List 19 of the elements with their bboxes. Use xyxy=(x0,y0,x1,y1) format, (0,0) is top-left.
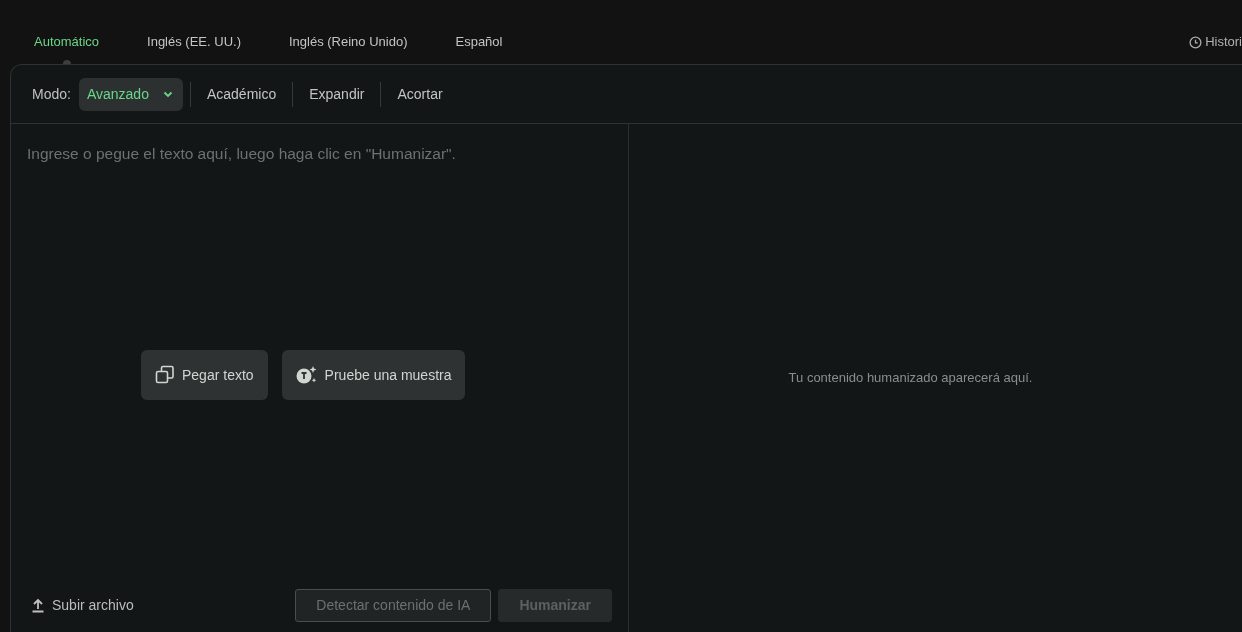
mode-option[interactable]: Expandir xyxy=(292,81,381,107)
upload-icon xyxy=(31,597,45,613)
empty-output-message: Tu contenido humanizado aparecerá aquí. xyxy=(788,369,1033,388)
mode-option[interactable]: Acortar xyxy=(380,81,459,107)
mode-label: Modo: xyxy=(32,84,71,104)
history-link[interactable]: Histori xyxy=(1188,22,1242,62)
language-tab[interactable]: Automático xyxy=(22,22,112,62)
mode-option[interactable]: Académico xyxy=(189,81,293,107)
language-tab[interactable]: Inglés (Reino Unido) xyxy=(276,22,420,62)
copy-icon xyxy=(155,365,175,385)
language-tab[interactable]: Español xyxy=(443,22,515,62)
mode-dropdown[interactable]: Avanzado xyxy=(78,77,183,111)
clock-icon xyxy=(1188,35,1202,49)
sparkle-t-icon xyxy=(295,365,318,385)
paste-text-button[interactable]: Pegar texto xyxy=(141,350,268,400)
language-tab[interactable]: Inglés (EE. UU.) xyxy=(135,22,253,62)
try-sample-button[interactable]: Pruebe una muestra xyxy=(281,350,466,400)
chevron-down-icon xyxy=(162,90,173,98)
upload-file-link[interactable]: Subir archivo xyxy=(31,594,134,616)
